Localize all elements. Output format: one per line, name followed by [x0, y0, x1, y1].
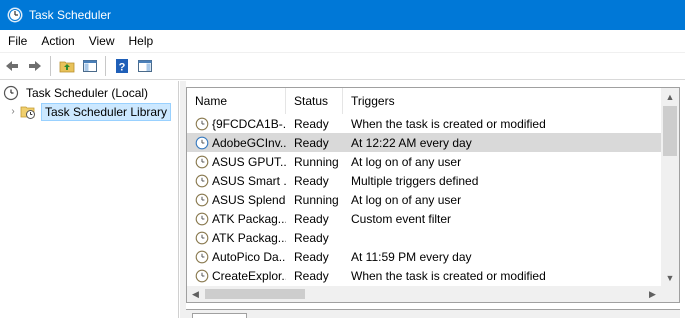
- tree-item-task-scheduler-local[interactable]: Task Scheduler (Local): [3, 83, 150, 102]
- task-clock-icon: [195, 269, 209, 282]
- task-name: {9FCDCA1B-...: [212, 116, 286, 131]
- show-hide-pane-icon: [83, 60, 97, 72]
- task-status: Ready: [294, 173, 329, 188]
- task-name: ASUS Smart ...: [212, 173, 286, 188]
- chevron-right-icon[interactable]: ›: [8, 106, 18, 117]
- help-button[interactable]: ?: [111, 55, 133, 77]
- scroll-left-arrow-icon[interactable]: ◀: [187, 286, 204, 302]
- console-tree: Task Scheduler (Local) › Task Scheduler …: [0, 81, 179, 318]
- table-row[interactable]: ATK Packag... Ready: [187, 228, 661, 247]
- task-triggers: At log on of any user: [351, 192, 462, 207]
- task-status: Ready: [294, 135, 329, 150]
- toolbar: ?: [0, 52, 685, 80]
- task-name: ASUS Splend...: [212, 192, 286, 207]
- up-one-level-button[interactable]: [56, 55, 78, 77]
- task-clock-icon: [195, 136, 209, 149]
- scroll-down-arrow-icon[interactable]: ▼: [661, 269, 679, 286]
- task-clock-icon: [195, 212, 209, 225]
- forward-arrow-icon: [29, 61, 41, 71]
- window-title: Task Scheduler: [29, 8, 112, 22]
- details-tabs-strip: [186, 309, 680, 318]
- task-clock-icon: [195, 193, 209, 206]
- task-status: Ready: [294, 249, 329, 264]
- table-row[interactable]: AutoPico Da... Ready At 11:59 PM every d…: [187, 247, 661, 266]
- task-clock-icon: [195, 155, 209, 168]
- task-status: Ready: [294, 116, 329, 131]
- action-pane-icon: [138, 60, 152, 72]
- menu-file[interactable]: File: [0, 30, 34, 52]
- task-name: AutoPico Da...: [212, 249, 286, 264]
- show-hide-console-tree-button[interactable]: [79, 55, 101, 77]
- task-clock-icon: [195, 174, 209, 187]
- tree-item-task-scheduler-library[interactable]: › Task Scheduler Library: [8, 102, 172, 121]
- task-status: Ready: [294, 230, 329, 245]
- scrollbar-corner: [661, 286, 679, 302]
- task-triggers: At 11:59 PM every day: [351, 249, 472, 264]
- vertical-scrollbar[interactable]: ▲ ▼: [661, 88, 679, 286]
- task-triggers: Multiple triggers defined: [351, 173, 479, 188]
- task-name: ATK Packag...: [212, 230, 286, 245]
- help-icon: ?: [116, 59, 128, 74]
- show-hide-action-pane-button[interactable]: [134, 55, 156, 77]
- back-button[interactable]: [1, 55, 23, 77]
- back-arrow-icon: [6, 61, 18, 71]
- vertical-scroll-thumb[interactable]: [663, 106, 677, 156]
- horizontal-scrollbar[interactable]: ◀ ▶: [187, 286, 661, 302]
- horizontal-scroll-thumb[interactable]: [205, 289, 305, 299]
- tree-item-label: Task Scheduler Library: [41, 102, 172, 121]
- table-row[interactable]: CreateExplor... Ready When the task is c…: [187, 266, 661, 285]
- table-row[interactable]: {9FCDCA1B-... Ready When the task is cre…: [187, 114, 661, 133]
- menu-view[interactable]: View: [82, 30, 122, 52]
- column-header-status[interactable]: Status: [286, 88, 343, 114]
- scroll-right-arrow-icon[interactable]: ▶: [644, 286, 661, 302]
- folder-up-icon: [59, 61, 75, 73]
- list-header: Name Status Triggers: [187, 88, 661, 114]
- forward-button[interactable]: [24, 55, 46, 77]
- table-row[interactable]: ATK Packag... Ready Custom event filter: [187, 209, 661, 228]
- menu-bar: File Action View Help: [0, 30, 685, 52]
- menu-action[interactable]: Action: [34, 30, 81, 52]
- task-triggers: When the task is created or modified: [351, 116, 546, 131]
- table-row[interactable]: ASUS Splend... Running At log on of any …: [187, 190, 661, 209]
- task-status: Running: [294, 154, 339, 169]
- task-name: ATK Packag...: [212, 211, 286, 226]
- task-clock-icon: [195, 231, 209, 244]
- task-triggers: At 12:22 AM every day: [351, 135, 472, 150]
- task-triggers: At log on of any user: [351, 154, 462, 169]
- column-header-name[interactable]: Name: [187, 88, 286, 114]
- task-triggers: When the task is created or modified: [351, 268, 546, 283]
- title-bar: Task Scheduler: [0, 0, 685, 30]
- clock-icon: [3, 85, 19, 100]
- table-row[interactable]: AdobeGCInv... Ready At 12:22 AM every da…: [187, 133, 661, 152]
- task-list: Name Status Triggers {9FCDCA1B-... Ready…: [186, 87, 680, 303]
- folder-clock-icon: [20, 106, 35, 119]
- task-rows: {9FCDCA1B-... Ready When the task is cre…: [187, 114, 661, 285]
- column-header-triggers[interactable]: Triggers: [343, 88, 661, 114]
- task-name: ASUS GPUT...: [212, 154, 286, 169]
- toolbar-separator: [50, 56, 51, 76]
- toolbar-separator: [105, 56, 106, 76]
- task-name: CreateExplor...: [212, 268, 286, 283]
- details-tab[interactable]: [192, 313, 247, 318]
- menu-help[interactable]: Help: [122, 30, 161, 52]
- task-triggers: Custom event filter: [351, 211, 452, 226]
- task-status: Ready: [294, 268, 329, 283]
- table-row[interactable]: ASUS GPUT... Running At log on of any us…: [187, 152, 661, 171]
- task-clock-icon: [195, 117, 209, 130]
- svg-text:?: ?: [119, 62, 126, 74]
- task-status: Ready: [294, 211, 329, 226]
- clock-icon: [7, 7, 23, 23]
- task-status: Running: [294, 192, 339, 207]
- table-row[interactable]: ASUS Smart ... Ready Multiple triggers d…: [187, 171, 661, 190]
- tree-item-label: Task Scheduler (Local): [26, 85, 149, 100]
- task-clock-icon: [195, 250, 209, 263]
- scroll-up-arrow-icon[interactable]: ▲: [661, 88, 679, 105]
- task-name: AdobeGCInv...: [212, 135, 286, 150]
